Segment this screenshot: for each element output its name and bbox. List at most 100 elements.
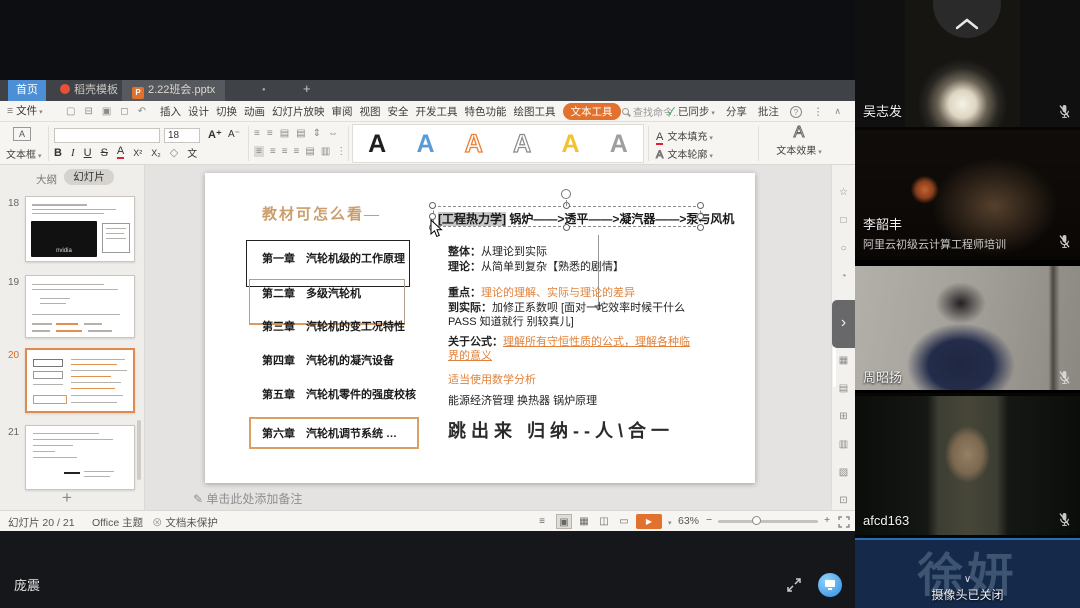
slide-title[interactable]: 教材可怎么看— <box>262 203 381 224</box>
document-protection[interactable]: ⊗ 文档未保护 <box>152 515 218 530</box>
participant-tile-camera-off[interactable]: 徐妍 ∨ 摄像头已关闭 <box>855 538 1080 608</box>
sync-status[interactable]: ✓ 已同步▾ <box>668 104 715 119</box>
horizontal-spacing-icon[interactable]: ⇔ <box>328 128 338 139</box>
selection-handle[interactable] <box>563 224 570 231</box>
justify-icon[interactable]: ≡ <box>294 146 300 157</box>
file-menu[interactable]: ≡文件▾ <box>7 101 43 122</box>
notes-toggle-icon[interactable]: ≡ <box>534 514 550 529</box>
share-button[interactable]: 分享 <box>726 104 747 119</box>
fit-window-icon[interactable] <box>838 516 850 528</box>
wordart-preset-yellow[interactable]: A <box>561 126 579 162</box>
note-line[interactable]: 整体：从理论到实际 <box>448 245 547 259</box>
chapter-line[interactable]: 第三章 汽轮机的变工况特性 <box>262 318 405 334</box>
theme-name[interactable]: Office 主题 <box>92 515 143 530</box>
menu-animation[interactable]: 动画 <box>244 104 265 119</box>
side-tool-icon[interactable]: ☆ <box>839 187 848 198</box>
rotate-handle[interactable] <box>561 189 571 199</box>
side-tool-icon[interactable]: ⊞ <box>839 411 847 422</box>
wordart-preset-white-outline[interactable]: A <box>513 126 531 162</box>
font-size-combobox[interactable]: 18 <box>164 128 200 143</box>
tab-outline[interactable]: 大纲 <box>36 172 57 187</box>
tab-home[interactable]: 首页 <box>8 80 46 101</box>
zoom-out-button[interactable]: − <box>706 514 712 526</box>
wordart-preset-blue[interactable]: A <box>416 126 434 162</box>
print-icon[interactable]: ⊟ <box>84 106 92 117</box>
save-icon[interactable]: ▢ <box>66 106 75 117</box>
character-tool-button[interactable]: 文 <box>187 145 197 160</box>
menu-dev-tools[interactable]: 开发工具 <box>416 104 458 119</box>
shading-icon[interactable]: ▤ <box>296 128 305 139</box>
new-tab-button[interactable]: + <box>303 81 311 96</box>
chevron-down-icon[interactable]: ∨ <box>855 574 1080 585</box>
chapter-line[interactable]: 第六章 汽轮机调节系统 … <box>262 425 397 441</box>
slide-big-phrase[interactable]: 跳出来 归纳--人\合一 <box>448 417 674 443</box>
note-line[interactable]: 适当使用数学分析 <box>448 373 536 387</box>
menu-design[interactable]: 设计 <box>188 104 209 119</box>
side-tool-icon[interactable]: ○ <box>840 243 846 254</box>
text-outline-button[interactable]: A文本轮廓▾ <box>656 146 713 161</box>
sidebar-collapse-handle[interactable]: › <box>832 300 855 348</box>
distribute-icon[interactable]: ▤ <box>305 146 314 157</box>
line-spacing-icon[interactable]: ≡ <box>254 128 260 139</box>
chevron-down-icon[interactable]: ▾ <box>668 519 672 527</box>
side-tool-icon[interactable]: ▤ <box>839 383 848 394</box>
bold-button[interactable]: B <box>54 147 62 159</box>
participant-tile[interactable]: 李韶丰 阿里云初级云计算工程师培训 <box>855 130 1080 260</box>
tab-slides-active[interactable]: 幻灯片 <box>64 169 114 185</box>
kebab-menu-icon[interactable]: ⋮ <box>813 106 824 118</box>
comment-button[interactable]: 批注 <box>758 104 779 119</box>
menu-review[interactable]: 审阅 <box>332 104 353 119</box>
zoom-slider-track[interactable] <box>718 520 818 523</box>
menu-slideshow[interactable]: 幻灯片放映 <box>272 104 325 119</box>
paragraph-icon[interactable]: ≡ <box>267 128 273 139</box>
chapter-line[interactable]: 第四章 汽轮机的凝汽设备 <box>262 352 394 368</box>
note-line[interactable]: 理论：从简单到复杂【熟悉的剧情】 <box>448 260 624 274</box>
chapter-line[interactable]: 第五章 汽轮机零件的强度校核 <box>262 386 416 402</box>
align-right-icon[interactable]: ≡ <box>282 146 288 157</box>
tab-docer[interactable]: 稻壳模板 <box>60 80 118 101</box>
fill-table-icon[interactable]: ▤ <box>280 128 289 139</box>
undo-icon[interactable]: ↶ <box>138 106 146 117</box>
selection-handle[interactable] <box>429 202 436 209</box>
text-effects-button[interactable]: A 文本效果▾ <box>766 124 832 157</box>
menu-special-features[interactable]: 特色功能 <box>465 104 507 119</box>
tab-document[interactable]: P2.22班会.pptx <box>122 80 225 101</box>
menu-text-tools-active[interactable]: 文本工具 <box>563 103 621 120</box>
reading-view-icon[interactable]: ▭ <box>616 514 632 529</box>
wordart-preset-gray[interactable]: A <box>610 126 628 162</box>
participant-tile[interactable]: 周昭扬 <box>855 260 1080 396</box>
align-left-icon[interactable]: ≡ <box>254 146 264 157</box>
normal-view-icon[interactable]: ▣ <box>556 514 572 529</box>
slide-editing-surface[interactable]: 教材可怎么看— [工程热力学] 锅炉——>透平——>凝汽器——>泵与风机 <box>205 173 755 483</box>
menu-transitions[interactable]: 切换 <box>216 104 237 119</box>
expand-fullscreen-icon[interactable] <box>786 577 802 593</box>
split-view-icon[interactable]: ◫ <box>596 514 612 529</box>
help-icon[interactable]: ? <box>790 106 802 118</box>
align-center-icon[interactable]: ≡ <box>270 146 276 157</box>
clear-format-icon[interactable]: ◇ <box>170 146 178 159</box>
textbox-tool-icon[interactable]: A <box>13 127 31 141</box>
note-line[interactable]: 到实际：加修正系数呗 [面对一坨效率时候干什么 PASS 知道就行 别较真儿] <box>448 301 710 329</box>
subscript-button[interactable]: X₂ <box>151 148 161 158</box>
vertical-spacing-icon[interactable]: ⇕ <box>313 128 321 139</box>
side-tool-icon[interactable]: ⊡ <box>839 495 847 506</box>
selection-handle[interactable] <box>697 224 704 231</box>
zoom-slider-knob[interactable] <box>752 516 761 525</box>
meeting-app-button[interactable] <box>818 573 842 597</box>
wordart-preset-orange-outline[interactable]: A <box>465 126 483 162</box>
output-icon[interactable]: ◻ <box>120 106 128 117</box>
font-color-button[interactable]: A <box>117 146 124 159</box>
selection-handle[interactable] <box>697 213 704 220</box>
decrease-font-button[interactable]: A⁻ <box>228 129 240 140</box>
wordart-preset-black[interactable]: A <box>368 126 386 162</box>
notes-hint[interactable]: ✎ 单击此处添加备注 <box>193 490 302 507</box>
underline-button[interactable]: U <box>84 147 92 159</box>
note-line[interactable]: 关于公式：理解所有守恒性质的公式，理解各种临界的意义 <box>448 335 700 363</box>
play-slideshow-button[interactable]: ▶ <box>636 514 662 529</box>
side-tool-icon[interactable]: □ <box>840 215 846 226</box>
side-tool-icon[interactable]: ◔ <box>840 271 846 282</box>
bullets-icon[interactable]: ⋮ <box>336 146 346 157</box>
zoom-in-button[interactable]: + <box>824 514 830 526</box>
menu-insert[interactable]: 插入 <box>160 104 181 119</box>
slide-sorter-icon[interactable]: ▦ <box>576 514 592 529</box>
